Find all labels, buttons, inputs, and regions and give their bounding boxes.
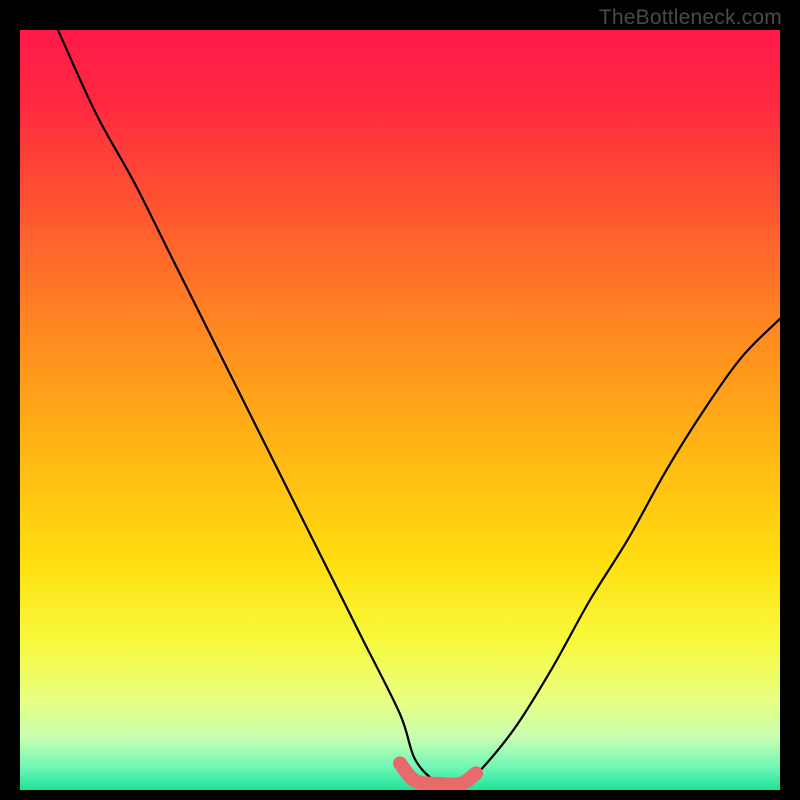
watermark-text: TheBottleneck.com bbox=[599, 6, 782, 30]
bottleneck-chart bbox=[20, 30, 780, 790]
plot-area bbox=[20, 30, 780, 790]
chart-frame: TheBottleneck.com bbox=[0, 0, 800, 800]
gradient-background bbox=[20, 30, 780, 790]
